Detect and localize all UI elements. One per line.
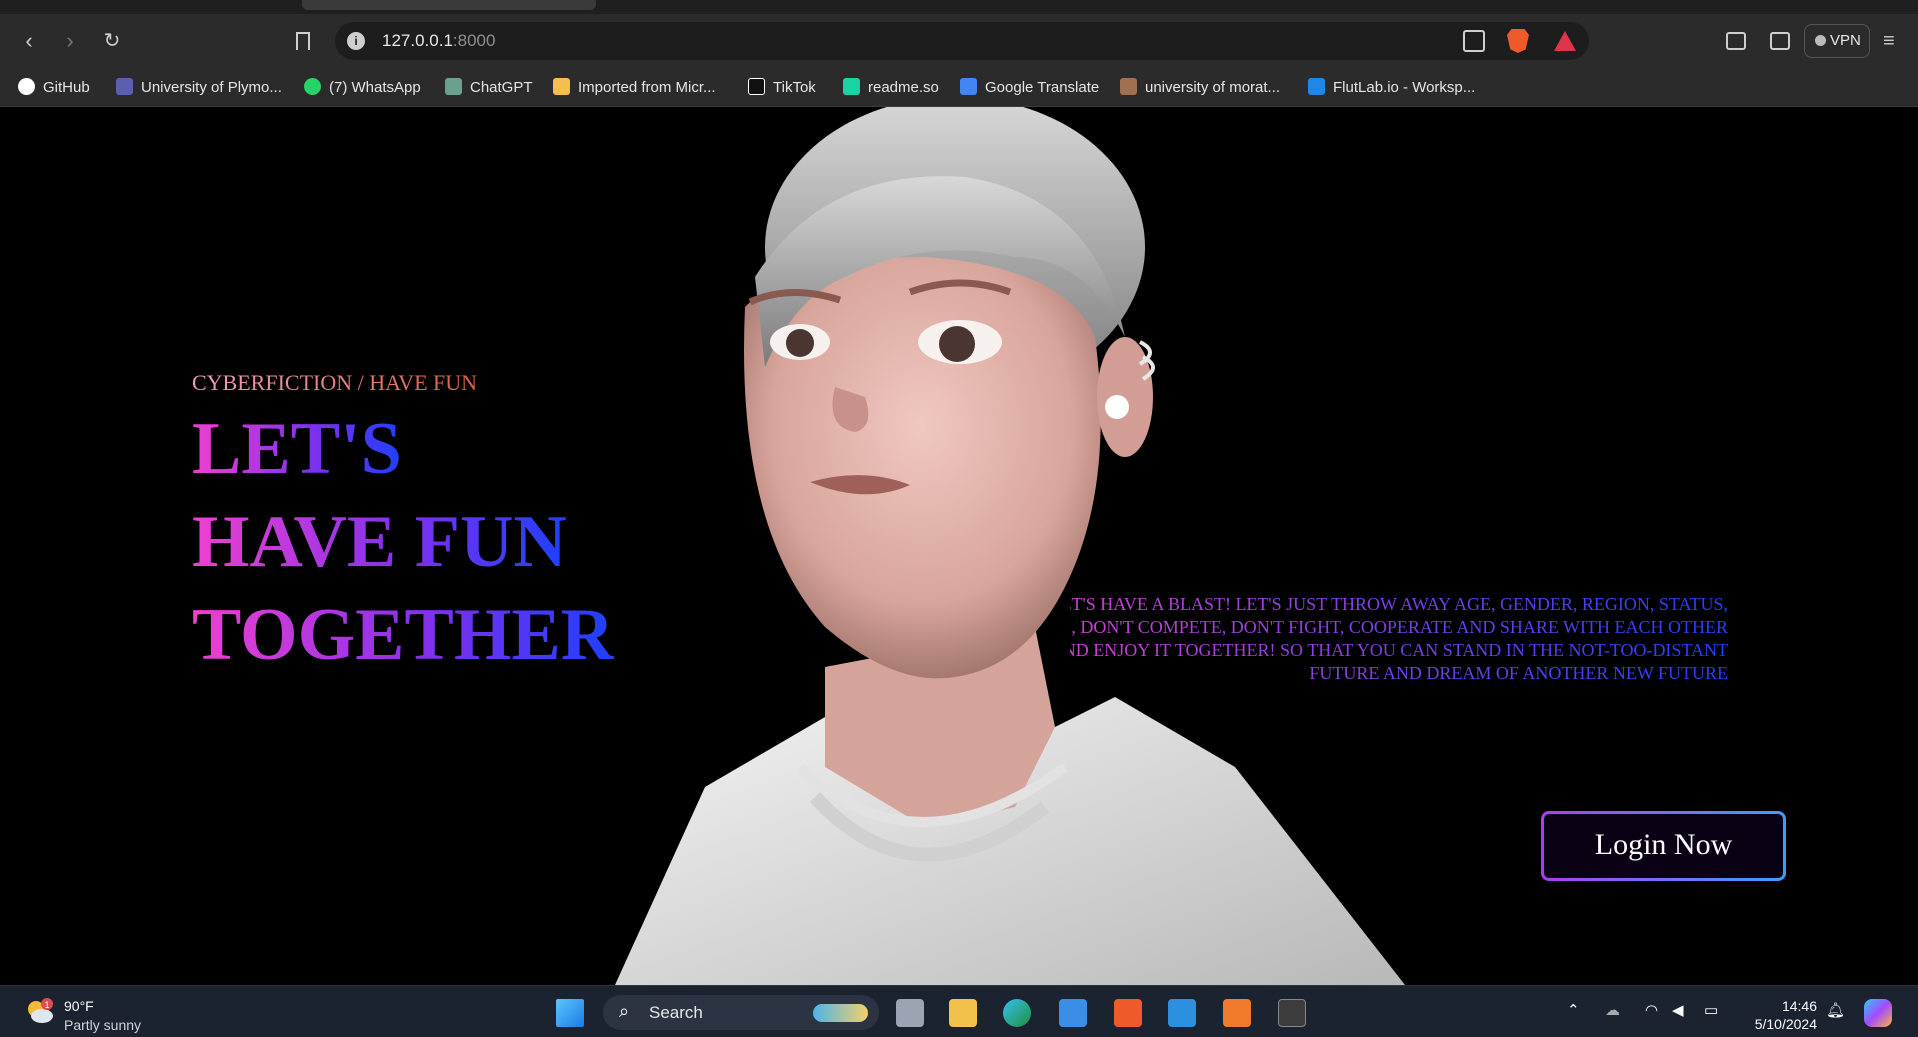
forward-icon[interactable]: ›: [55, 26, 85, 56]
bookmark-google-translate[interactable]: Google Translate: [960, 76, 1099, 100]
battery-icon[interactable]: ▭: [1704, 1001, 1718, 1019]
notifications-icon[interactable]: 🔔︎: [1826, 1001, 1845, 1019]
url-text[interactable]: 127.0.0.1:8000: [382, 31, 495, 51]
vscode-icon[interactable]: [1168, 999, 1196, 1027]
weather-temperature[interactable]: 90°F: [64, 998, 94, 1014]
address-bar[interactable]: i 127.0.0.1:8000: [335, 22, 1589, 60]
hero-headline-line-3: TOGETHER: [192, 594, 615, 676]
whatsapp-icon: [304, 78, 321, 95]
show-hidden-icons-icon[interactable]: ⌃: [1567, 1001, 1580, 1019]
tab-strip: [0, 0, 1918, 14]
clock-time[interactable]: 14:46: [1745, 998, 1817, 1014]
task-view-icon[interactable]: [896, 999, 924, 1027]
brave-browser-icon[interactable]: [1114, 999, 1142, 1027]
hero-eyebrow: CYBERFICTION / HAVE FUN: [192, 370, 478, 395]
bookmark-readme[interactable]: readme.so: [843, 76, 939, 100]
readme-icon: [843, 78, 860, 95]
bookmarks-bar: GitHub University of Plymo... (7) WhatsA…: [0, 68, 1918, 107]
weather-badge: 1: [44, 1000, 49, 1010]
taskbar-search[interactable]: ⌕ Search: [603, 995, 879, 1030]
bookmark-whatsapp[interactable]: (7) WhatsApp: [304, 76, 421, 100]
translate-icon: [960, 78, 977, 95]
bookmark-moratuwa[interactable]: university of morat...: [1120, 76, 1280, 100]
tiktok-icon: [748, 78, 765, 95]
browser-toolbar: ‹ › ↻ i 127.0.0.1:8000 VPN ≡: [0, 14, 1918, 68]
share-icon[interactable]: [1463, 30, 1485, 52]
menu-icon[interactable]: ≡: [1883, 31, 1895, 51]
clock-date[interactable]: 5/10/2024: [1745, 1016, 1817, 1032]
volume-icon[interactable]: ◀: [1672, 1001, 1684, 1019]
hero-description-clip: LET'S HAVE A BLAST! LET'S JUST THROW AWA…: [1070, 593, 1728, 723]
sidebar-toggle-icon[interactable]: [1726, 32, 1746, 50]
login-now-button[interactable]: Login Now: [1541, 811, 1786, 881]
bookmark-imported-folder[interactable]: Imported from Micr...: [553, 76, 716, 100]
bookmark-chatgpt[interactable]: ChatGPT: [445, 76, 533, 100]
bookmark-plymouth[interactable]: University of Plymo...: [116, 76, 282, 100]
wifi-icon[interactable]: ◠: [1645, 1001, 1658, 1019]
weather-description[interactable]: Partly sunny: [64, 1017, 141, 1033]
partly-sunny-icon[interactable]: 1: [24, 997, 54, 1025]
bookmark-page-icon[interactable]: [296, 32, 310, 50]
hero-headline-line-1: LET'S: [192, 408, 402, 490]
character-portrait: [615, 107, 1405, 985]
start-menu-icon[interactable]: [556, 999, 584, 1027]
bookmark-tiktok[interactable]: TikTok: [748, 76, 816, 100]
brave-rewards-icon[interactable]: [1554, 31, 1576, 51]
terminal-icon[interactable]: [1278, 999, 1306, 1027]
hero-description: LET'S HAVE A BLAST! LET'S JUST THROW AWA…: [1070, 593, 1728, 685]
copilot-icon[interactable]: [1864, 999, 1892, 1027]
reload-icon[interactable]: ↻: [97, 26, 127, 56]
search-icon: ⌕: [619, 1001, 630, 1021]
bookmark-flutlab[interactable]: FlutLab.io - Worksp...: [1308, 76, 1475, 100]
browser-chrome: ‹ › ↻ i 127.0.0.1:8000 VPN ≡ GitHub Univ…: [0, 0, 1918, 107]
edge-icon[interactable]: [1003, 999, 1031, 1027]
brave-shields-icon[interactable]: [1507, 29, 1529, 53]
file-explorer-icon[interactable]: [949, 999, 977, 1027]
wallet-icon[interactable]: [1770, 32, 1790, 50]
taskbar: 1 90°F Partly sunny ⌕ Search ⌃ ☁ ◠ ◀ ▭ 1…: [0, 985, 1918, 1037]
flutlab-icon: [1308, 78, 1325, 95]
back-icon[interactable]: ‹: [14, 26, 44, 56]
site-info-icon[interactable]: i: [347, 32, 365, 50]
moratuwa-icon: [1120, 78, 1137, 95]
chatgpt-icon: [445, 78, 462, 95]
search-label: Search: [649, 1003, 703, 1022]
vpn-status-icon: [1815, 35, 1826, 46]
github-icon: [18, 78, 35, 95]
folder-icon: [553, 78, 570, 95]
microsoft-store-icon[interactable]: [1059, 999, 1087, 1027]
search-highlight-icon: [813, 1004, 868, 1022]
bookmark-github[interactable]: GitHub: [18, 76, 90, 100]
onedrive-icon[interactable]: ☁: [1605, 1001, 1620, 1019]
active-tab[interactable]: [302, 0, 596, 10]
vpn-button[interactable]: VPN: [1804, 24, 1870, 58]
xampp-icon[interactable]: [1223, 999, 1251, 1027]
hero-headline-line-2: HAVE FUN: [192, 501, 567, 583]
university-crest-icon: [116, 78, 133, 95]
